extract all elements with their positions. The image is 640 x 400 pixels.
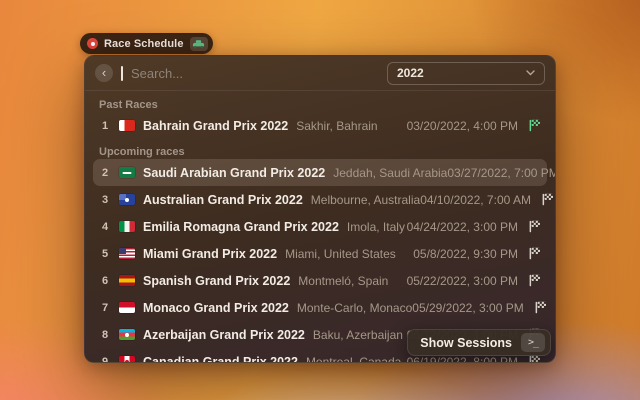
race-location: Melbourne, Australia bbox=[311, 193, 420, 207]
race-location: Montreal, Canada bbox=[306, 355, 401, 364]
primary-action-hint[interactable]: Show Sessions >_ bbox=[407, 329, 551, 356]
race-title: Miami Grand Prix 2022 bbox=[143, 247, 277, 261]
country-flag-usa bbox=[119, 248, 135, 259]
desktop-background: { "pill": { "title": "Race Schedule" }, … bbox=[0, 0, 640, 400]
checkered-flag-icon bbox=[528, 247, 541, 260]
race-row[interactable]: 5 Miami Grand Prix 2022 Miami, United Stat… bbox=[93, 240, 547, 267]
race-number: 8 bbox=[99, 329, 111, 341]
primary-action-label: Show Sessions bbox=[420, 336, 512, 350]
race-title: Canadian Grand Prix 2022 bbox=[143, 355, 298, 364]
race-number: 5 bbox=[99, 248, 111, 260]
race-number: 7 bbox=[99, 302, 111, 314]
country-flag-bahrain bbox=[119, 120, 135, 131]
record-icon bbox=[87, 38, 98, 49]
race-number: 3 bbox=[99, 194, 111, 206]
section-header: Upcoming races bbox=[93, 139, 547, 159]
race-list: Past Races 1 Bahrain Grand Prix 2022 Sakhir… bbox=[85, 91, 555, 363]
race-datetime: 05/8/2022, 9:30 PM bbox=[413, 247, 518, 261]
race-title: Australian Grand Prix 2022 bbox=[143, 193, 303, 207]
race-datetime: 03/20/2022, 4:00 PM bbox=[407, 119, 518, 133]
race-title: Bahrain Grand Prix 2022 bbox=[143, 119, 288, 133]
race-datetime: 04/10/2022, 7:00 AM bbox=[420, 193, 531, 207]
window-title-pill[interactable]: Race Schedule bbox=[80, 33, 213, 54]
country-flag-australia bbox=[119, 194, 135, 205]
search-input[interactable] bbox=[131, 66, 301, 81]
race-row[interactable]: 2 Saudi Arabian Grand Prix 2022 Jeddah, Sa… bbox=[93, 159, 547, 186]
back-button[interactable]: ‹ bbox=[95, 64, 113, 82]
race-number: 6 bbox=[99, 275, 111, 287]
race-number: 4 bbox=[99, 221, 111, 233]
race-datetime: 05/29/2022, 3:00 PM bbox=[412, 301, 523, 315]
race-location: Miami, United States bbox=[285, 247, 396, 261]
checkered-flag-icon bbox=[528, 274, 541, 287]
race-location: Monte-Carlo, Monaco bbox=[297, 301, 412, 315]
search-bar: ‹ 2022 bbox=[85, 56, 555, 90]
race-row[interactable]: 7 Monaco Grand Prix 2022 Monte-Carlo, Mona… bbox=[93, 294, 547, 321]
race-car-icon bbox=[190, 37, 208, 51]
checkered-flag-icon bbox=[528, 220, 541, 233]
race-row[interactable]: 4 Emilia Romagna Grand Prix 2022 Imola, It… bbox=[93, 213, 547, 240]
race-row[interactable]: 3 Australian Grand Prix 2022 Melbourne, Au… bbox=[93, 186, 547, 213]
race-schedule-window: ‹ 2022 Past Races 1 Bahrain Grand Prix 202… bbox=[84, 55, 556, 363]
country-flag-azerbaijan bbox=[119, 329, 135, 340]
race-title: Saudi Arabian Grand Prix 2022 bbox=[143, 166, 325, 180]
race-number: 9 bbox=[99, 356, 111, 364]
checkered-flag-icon bbox=[528, 119, 541, 132]
text-cursor bbox=[121, 66, 123, 81]
checkered-flag-icon bbox=[534, 301, 547, 314]
race-location: Baku, Azerbaijan bbox=[313, 328, 403, 342]
race-number: 2 bbox=[99, 167, 111, 179]
season-dropdown-value: 2022 bbox=[397, 66, 424, 80]
checkered-flag-icon bbox=[541, 193, 554, 206]
race-number: 1 bbox=[99, 120, 111, 132]
race-location: Montmeló, Spain bbox=[298, 274, 388, 288]
country-flag-canada bbox=[119, 356, 135, 363]
section-header: Past Races bbox=[93, 92, 547, 112]
race-location: Imola, Italy bbox=[347, 220, 405, 234]
chevron-down-icon bbox=[526, 70, 535, 76]
country-flag-spain bbox=[119, 275, 135, 286]
race-title: Spanish Grand Prix 2022 bbox=[143, 274, 290, 288]
race-location: Jeddah, Saudi Arabia bbox=[333, 166, 447, 180]
race-location: Sakhir, Bahrain bbox=[296, 119, 377, 133]
race-row[interactable]: 6 Spanish Grand Prix 2022 Montmeló, Spain 0… bbox=[93, 267, 547, 294]
race-title: Azerbaijan Grand Prix 2022 bbox=[143, 328, 305, 342]
race-title: Monaco Grand Prix 2022 bbox=[143, 301, 289, 315]
race-title: Emilia Romagna Grand Prix 2022 bbox=[143, 220, 339, 234]
country-flag-monaco bbox=[119, 302, 135, 313]
checkered-flag-icon bbox=[528, 355, 541, 363]
race-datetime: 05/22/2022, 3:00 PM bbox=[407, 274, 518, 288]
enter-key-icon: >_ bbox=[521, 333, 545, 352]
season-dropdown[interactable]: 2022 bbox=[387, 62, 545, 85]
country-flag-italy bbox=[119, 221, 135, 232]
pill-title: Race Schedule bbox=[104, 38, 184, 50]
race-row[interactable]: 1 Bahrain Grand Prix 2022 Sakhir, Bahrain 0… bbox=[93, 112, 547, 139]
country-flag-saudi bbox=[119, 167, 135, 178]
race-datetime: 04/24/2022, 3:00 PM bbox=[407, 220, 518, 234]
race-datetime: 03/27/2022, 7:00 PM bbox=[447, 166, 556, 180]
